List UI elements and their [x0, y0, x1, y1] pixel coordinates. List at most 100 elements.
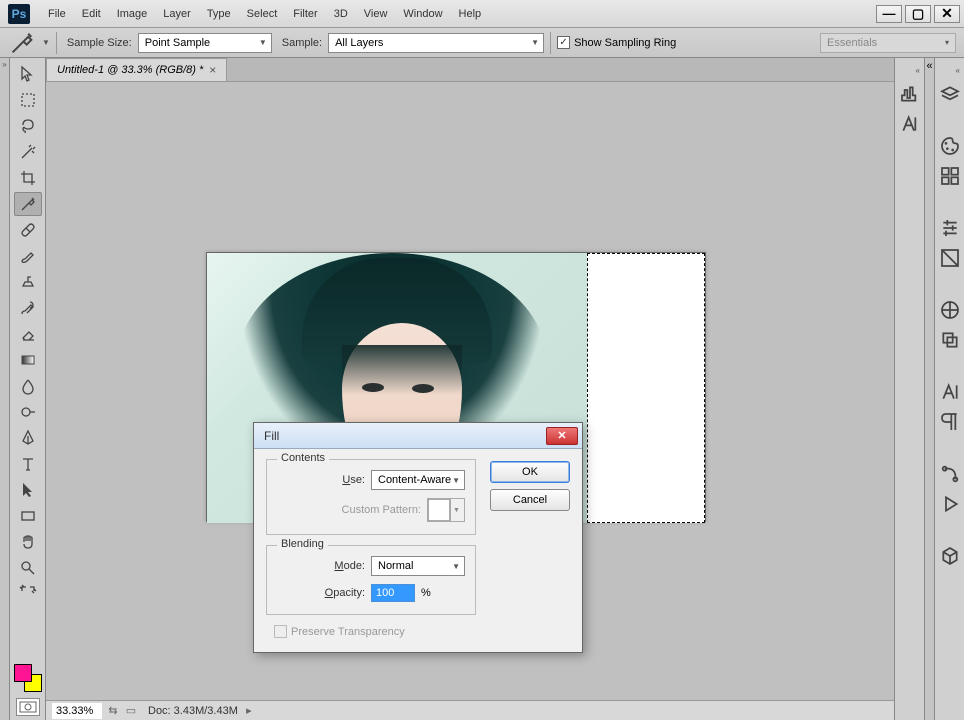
swatches-panel-icon[interactable] [938, 165, 962, 187]
eyedropper-tool[interactable] [14, 192, 42, 216]
character-panel-icon[interactable] [898, 113, 922, 135]
clone-source-panel-icon[interactable] [938, 329, 962, 351]
character-icon[interactable] [938, 381, 962, 403]
quick-mask-toggle[interactable] [16, 698, 40, 716]
mode-dropdown[interactable]: Normal ▼ [371, 556, 465, 576]
marquee-tool[interactable] [14, 88, 42, 112]
menu-window[interactable]: Window [395, 4, 450, 24]
path-selection-tool[interactable] [14, 478, 42, 502]
histogram-panel-icon[interactable] [898, 83, 922, 105]
sample-value: All Layers [335, 37, 383, 49]
flyout-arrow-icon[interactable]: ▸ [242, 704, 256, 718]
healing-brush-tool[interactable] [14, 218, 42, 242]
sample-size-value: Point Sample [145, 37, 210, 49]
pen-tool[interactable] [14, 426, 42, 450]
menu-filter[interactable]: Filter [285, 4, 325, 24]
preserve-transparency-label: Preserve Transparency [291, 626, 405, 638]
checkbox-checked-icon [557, 36, 570, 49]
foreground-color-swatch[interactable] [14, 664, 32, 682]
zoom-input[interactable] [52, 703, 102, 719]
dialog-title: Fill [264, 429, 279, 443]
document-tab-bar: Untitled-1 @ 33.3% (RGB/8) * × [46, 58, 894, 82]
show-sampling-ring-label: Show Sampling Ring [574, 37, 676, 49]
minimize-button[interactable]: — [876, 5, 902, 23]
mode-value: Normal [378, 560, 413, 572]
eraser-tool[interactable] [14, 322, 42, 346]
tool-preset-arrow-icon[interactable]: ▼ [42, 38, 50, 47]
doc-info: Doc: 3.43M/3.43M [148, 705, 238, 717]
menu-view[interactable]: View [356, 4, 396, 24]
opacity-suffix: % [421, 587, 431, 599]
maximize-button[interactable]: ▢ [905, 5, 931, 23]
use-dropdown[interactable]: Content-Aware ▼ [371, 470, 465, 490]
adjustments-panel-icon[interactable] [938, 217, 962, 239]
close-button[interactable]: ✕ [934, 5, 960, 23]
double-arrow-icon: « [926, 60, 932, 72]
clone-stamp-tool[interactable] [14, 270, 42, 294]
rectangle-tool[interactable] [14, 504, 42, 528]
show-sampling-ring-checkbox[interactable]: Show Sampling Ring [557, 36, 676, 49]
dialog-close-button[interactable]: ✕ [546, 427, 578, 445]
gradient-tool[interactable] [14, 348, 42, 372]
menu-select[interactable]: Select [239, 4, 286, 24]
sample-size-label: Sample Size: [67, 37, 132, 49]
brushes-panel-icon[interactable] [938, 299, 962, 321]
actions-panel-icon[interactable] [938, 493, 962, 515]
crop-tool[interactable] [14, 166, 42, 190]
current-tool-eyedropper-icon[interactable] [8, 32, 36, 54]
cancel-button[interactable]: Cancel [490, 489, 570, 511]
move-tool[interactable] [14, 62, 42, 86]
blending-legend: Blending [277, 538, 328, 550]
collapse-arrow-icon[interactable]: « [937, 66, 962, 75]
chevron-down-icon: ▼ [531, 38, 539, 47]
status-expose-icon[interactable]: ▭ [124, 704, 138, 718]
menu-file[interactable]: File [40, 4, 74, 24]
window-controls: — ▢ ✕ [876, 5, 960, 23]
layers-panel-icon[interactable] [938, 83, 962, 105]
panel-divider-strip[interactable]: « [924, 58, 934, 720]
chevron-down-icon: ▾ [945, 38, 949, 47]
menu-edit[interactable]: Edit [74, 4, 109, 24]
brush-tool[interactable] [14, 244, 42, 268]
custom-pattern-label: Custom Pattern: [277, 504, 421, 516]
workspace-selector[interactable]: Essentials ▾ [820, 33, 956, 53]
ok-button[interactable]: OK [490, 461, 570, 483]
app-logo[interactable]: Ps [8, 4, 30, 24]
lasso-tool[interactable] [14, 114, 42, 138]
document-tab[interactable]: Untitled-1 @ 33.3% (RGB/8) * × [46, 58, 227, 81]
swap-colors-icon[interactable] [14, 582, 42, 596]
3d-panel-icon[interactable] [938, 545, 962, 567]
color-swatches[interactable] [14, 664, 42, 692]
opacity-input[interactable] [371, 584, 415, 602]
menu-layer[interactable]: Layer [155, 4, 199, 24]
sample-size-dropdown[interactable]: Point Sample ▼ [138, 33, 272, 53]
menu-3d[interactable]: 3D [326, 4, 356, 24]
close-icon[interactable]: × [209, 63, 216, 77]
history-brush-tool[interactable] [14, 296, 42, 320]
paragraph-panel-icon[interactable] [938, 411, 962, 433]
magic-wand-tool[interactable] [14, 140, 42, 164]
toolbox-expand-strip[interactable]: » [0, 58, 10, 720]
status-bar: ⇆ ▭ Doc: 3.43M/3.43M ▸ [46, 700, 894, 720]
paths-panel-icon[interactable] [938, 463, 962, 485]
opacity-label: Opacity: [277, 587, 365, 599]
chevron-down-icon: ▼ [450, 499, 462, 521]
status-arrows-icon[interactable]: ⇆ [106, 704, 120, 718]
menu-type[interactable]: Type [199, 4, 239, 24]
dodge-tool[interactable] [14, 400, 42, 424]
divider [56, 32, 57, 54]
workspace-value: Essentials [827, 37, 877, 49]
color-panel-icon[interactable] [938, 135, 962, 157]
blur-tool[interactable] [14, 374, 42, 398]
dialog-titlebar[interactable]: Fill ✕ [254, 423, 582, 449]
type-tool[interactable] [14, 452, 42, 476]
toolbox [10, 58, 46, 720]
menu-help[interactable]: Help [451, 4, 490, 24]
menu-image[interactable]: Image [109, 4, 156, 24]
collapse-arrow-icon[interactable]: « [897, 66, 922, 75]
sample-dropdown[interactable]: All Layers ▼ [328, 33, 544, 53]
styles-panel-icon[interactable] [938, 247, 962, 269]
hand-tool[interactable] [14, 530, 42, 554]
document-tab-title: Untitled-1 @ 33.3% (RGB/8) * [57, 64, 203, 76]
zoom-tool[interactable] [14, 556, 42, 580]
